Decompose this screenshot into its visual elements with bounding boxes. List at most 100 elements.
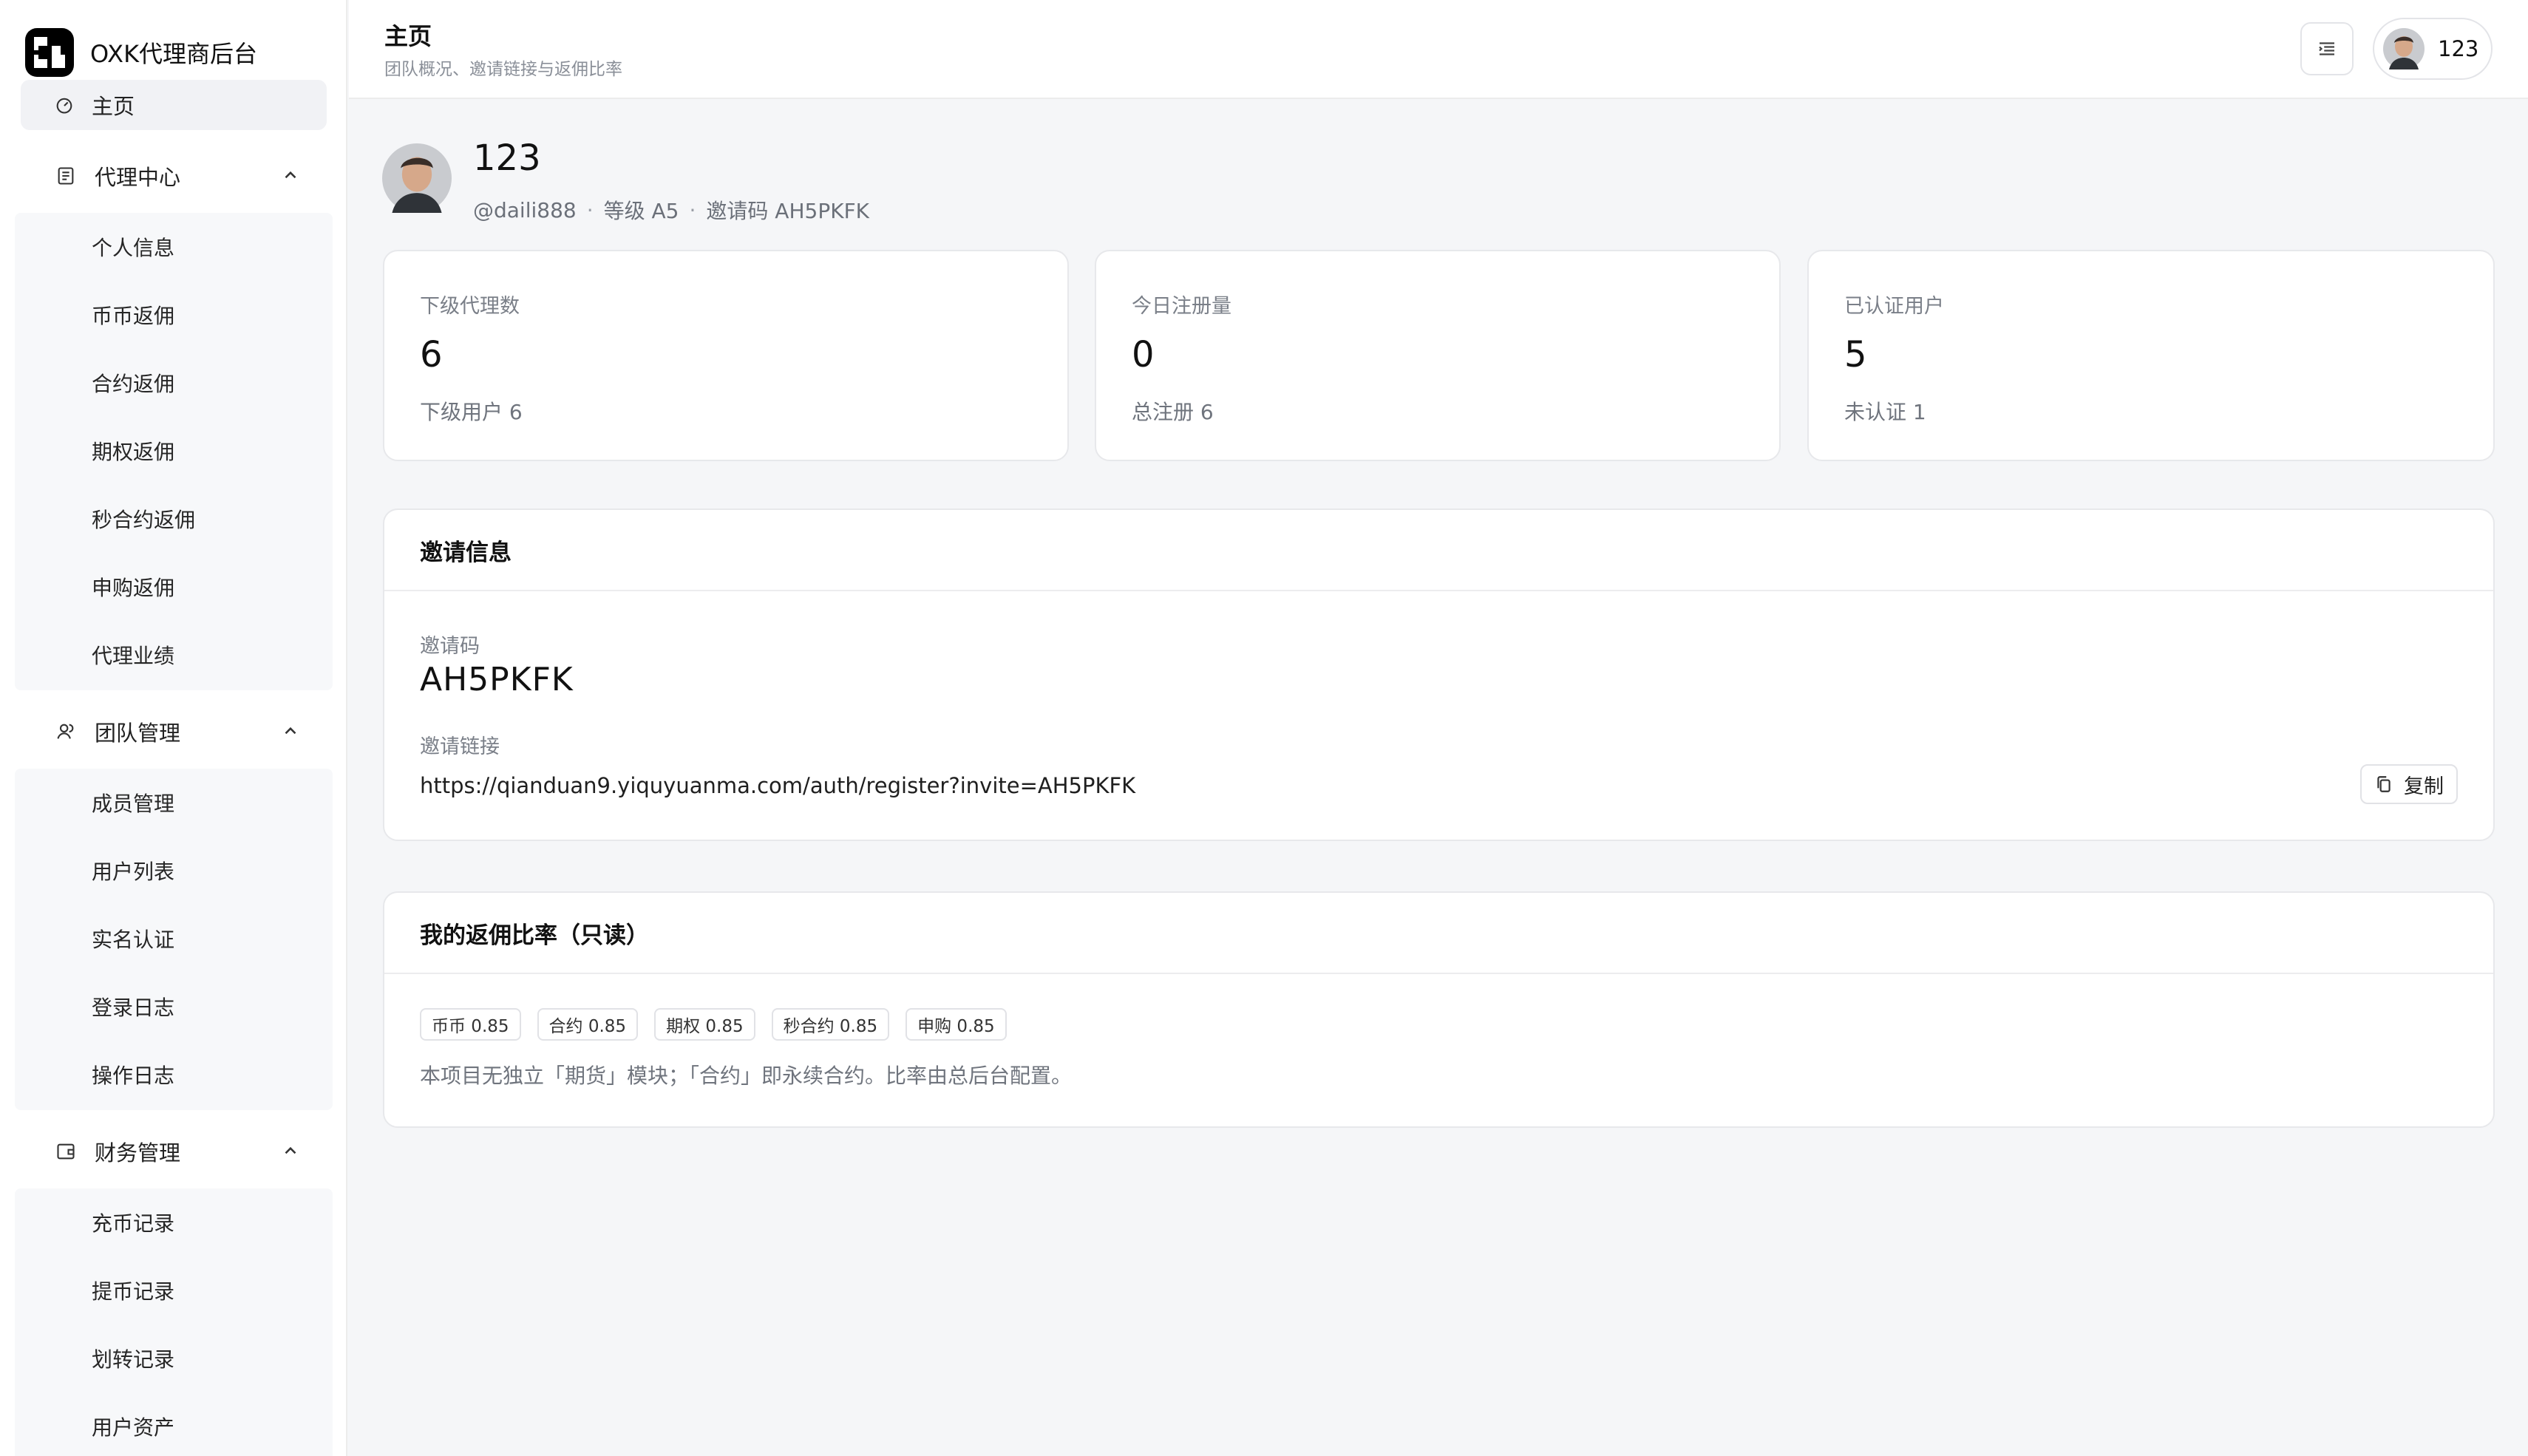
stat-label: 今日注册量 xyxy=(1132,295,1231,318)
copy-link-button[interactable]: 复制 xyxy=(2360,764,2458,804)
chevron-up-icon xyxy=(285,1146,296,1154)
profile-meta: @daili888 · 等级 A5 · 邀请码 AH5PKFK xyxy=(473,195,869,225)
sidebar-item-label: 操作日志 xyxy=(92,1064,175,1088)
invite-info-card: 邀请信息 邀请码 AH5PKFK 邀请链接 https://qianduan9.… xyxy=(383,508,2495,841)
sidebar-submenu-finance: 充币记录 提币记录 划转记录 用户资产 xyxy=(15,1188,333,1456)
stat-value: 6 xyxy=(420,334,443,375)
page-subtitle: 团队概况、邀请链接与返佣比率 xyxy=(384,60,622,79)
rate-tag-subscription: 申购 0.85 xyxy=(905,1008,1007,1041)
sidebar-item-operation-log[interactable]: 操作日志 xyxy=(15,1041,333,1109)
sidebar-item-members[interactable]: 成员管理 xyxy=(15,769,333,837)
sidebar-group-team[interactable]: 团队管理 xyxy=(0,702,346,761)
sidebar-item-label: 秒合约返佣 xyxy=(92,508,196,532)
sidebar-item-label: 实名认证 xyxy=(92,928,175,952)
sidebar-item-label: 划转记录 xyxy=(92,1347,175,1372)
sidebar-item-login-log[interactable]: 登录日志 xyxy=(15,973,333,1041)
stat-value: 5 xyxy=(1844,334,1867,375)
menu-icon xyxy=(2319,42,2334,55)
sidebar-item-label: 申购返佣 xyxy=(92,576,175,600)
rate-tag-second-contract: 秒合约 0.85 xyxy=(771,1008,890,1041)
brand[interactable]: OXK代理商后台 xyxy=(25,27,257,78)
sidebar-item-spot-rebate[interactable]: 币币返佣 xyxy=(15,281,333,349)
sidebar-item-second-contract-rebate[interactable]: 秒合约返佣 xyxy=(15,485,333,553)
profile-avatar xyxy=(382,143,452,213)
sidebar-item-label: 用户资产 xyxy=(92,1415,175,1440)
sidebar-item-label: 代理业绩 xyxy=(92,644,175,668)
sidebar-group-label: 财务管理 xyxy=(95,1140,181,1166)
sidebar-item-label: 用户列表 xyxy=(92,860,175,884)
copy-icon xyxy=(2377,776,2391,792)
sidebar-item-label: 币币返佣 xyxy=(92,304,175,328)
profile-name: 123 xyxy=(473,137,541,179)
invite-link-value[interactable]: https://qianduan9.yiquyuanma.com/auth/re… xyxy=(420,773,1135,798)
sidebar-item-user-assets[interactable]: 用户资产 xyxy=(15,1392,333,1456)
sidebar-item-label: 合约返佣 xyxy=(92,372,175,396)
card-title: 我的返佣比率（只读） xyxy=(420,922,649,949)
sidebar-item-agent-performance[interactable]: 代理业绩 xyxy=(15,621,333,689)
dashboard-icon xyxy=(53,94,75,116)
rate-tag-contract: 合约 0.85 xyxy=(537,1008,639,1041)
sidebar-item-subscription-rebate[interactable]: 申购返佣 xyxy=(15,553,333,621)
profile-handle: @daili888 xyxy=(473,197,577,222)
sidebar-item-label: 期权返佣 xyxy=(92,440,175,464)
sidebar: OXK代理商后台 主页 代理中心 个人信息 币币返佣 合约返佣 期权返佣 秒合约… xyxy=(0,0,347,1456)
separator-dot: · xyxy=(586,197,594,222)
sidebar-group-agent-center[interactable]: 代理中心 xyxy=(0,146,346,205)
top-header: 主页 团队概况、邀请链接与返佣比率 123 xyxy=(349,0,2528,99)
stat-card-today-registrations: 今日注册量 0 总注册 6 xyxy=(1095,250,1781,461)
app-name: OXK代理商后台 xyxy=(90,40,258,68)
stat-card-verified-users: 已认证用户 5 未认证 1 xyxy=(1807,250,2495,461)
sidebar-item-contract-rebate[interactable]: 合约返佣 xyxy=(15,349,333,417)
user-menu[interactable]: 123 xyxy=(2373,18,2493,80)
stat-foot: 下级用户 6 xyxy=(420,400,523,424)
sidebar-group-finance[interactable]: 财务管理 xyxy=(0,1122,346,1181)
rates-note: 本项目无独立「期货」模块；「合约」即永续合约。比率由总后台配置。 xyxy=(420,1064,1073,1088)
sidebar-item-option-rebate[interactable]: 期权返佣 xyxy=(15,417,333,485)
menu-toggle-button[interactable] xyxy=(2300,22,2354,75)
avatar xyxy=(2383,28,2425,69)
sidebar-item-transfer-records[interactable]: 划转记录 xyxy=(15,1324,333,1392)
users-icon xyxy=(55,721,77,743)
stat-card-sub-agents: 下级代理数 6 下级用户 6 xyxy=(383,250,1069,461)
invite-code-value: AH5PKFK xyxy=(420,661,574,698)
divider xyxy=(384,973,2493,974)
rate-tag-spot: 币币 0.85 xyxy=(420,1008,521,1041)
rate-tag-option: 期权 0.85 xyxy=(654,1008,755,1041)
sidebar-item-label: 主页 xyxy=(92,94,135,119)
sidebar-submenu-agent-center: 个人信息 币币返佣 合约返佣 期权返佣 秒合约返佣 申购返佣 代理业绩 xyxy=(15,213,333,690)
sidebar-group-label: 团队管理 xyxy=(95,721,181,746)
stat-label: 下级代理数 xyxy=(420,295,520,318)
sidebar-item-label: 个人信息 xyxy=(92,236,175,260)
stat-foot: 总注册 6 xyxy=(1132,400,1214,424)
sidebar-item-label: 充币记录 xyxy=(92,1211,175,1236)
user-name: 123 xyxy=(2438,36,2479,61)
sidebar-group-label: 代理中心 xyxy=(95,165,181,190)
app-logo-icon xyxy=(25,28,74,77)
sidebar-item-label: 登录日志 xyxy=(92,996,175,1020)
rebate-rates-card: 我的返佣比率（只读） 币币 0.85 合约 0.85 期权 0.85 秒合约 0… xyxy=(383,891,2495,1128)
divider xyxy=(384,590,2493,591)
sidebar-submenu-team: 成员管理 用户列表 实名认证 登录日志 操作日志 xyxy=(15,769,333,1110)
sidebar-item-deposit-records[interactable]: 充币记录 xyxy=(15,1188,333,1256)
sidebar-item-label: 成员管理 xyxy=(92,792,175,816)
card-title: 邀请信息 xyxy=(420,540,512,566)
sidebar-item-user-list[interactable]: 用户列表 xyxy=(15,837,333,905)
stat-value: 0 xyxy=(1132,334,1155,375)
profile-invite-code: 邀请码 AH5PKFK xyxy=(706,199,870,223)
invite-code-label: 邀请码 xyxy=(420,635,480,658)
chevron-up-icon xyxy=(285,171,296,179)
separator-dot: · xyxy=(689,197,696,222)
document-icon xyxy=(55,165,77,187)
profile-level: 等级 A5 xyxy=(603,199,679,223)
sidebar-item-profile[interactable]: 个人信息 xyxy=(15,213,333,281)
page-title: 主页 xyxy=(384,22,432,50)
invite-link-label: 邀请链接 xyxy=(420,735,500,758)
sidebar-item-withdraw-records[interactable]: 提币记录 xyxy=(15,1256,333,1324)
sidebar-item-label: 提币记录 xyxy=(92,1279,175,1304)
sidebar-item-home[interactable]: 主页 xyxy=(21,80,327,130)
chevron-up-icon xyxy=(285,727,296,735)
sidebar-item-kyc[interactable]: 实名认证 xyxy=(15,905,333,973)
stat-foot: 未认证 1 xyxy=(1844,400,1926,424)
stat-label: 已认证用户 xyxy=(1844,295,1944,318)
rate-tags: 币币 0.85 合约 0.85 期权 0.85 秒合约 0.85 申购 0.85 xyxy=(420,1008,1007,1041)
